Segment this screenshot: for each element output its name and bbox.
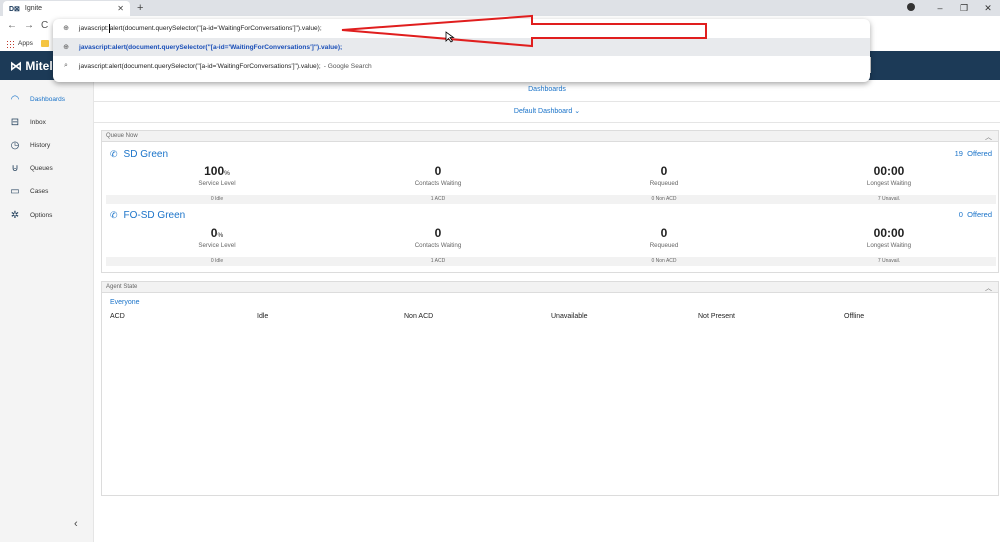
stat-contacts-waiting: 0 Contacts Waiting <box>414 164 462 187</box>
mitel-logo: ⋈ Mitel <box>10 59 53 73</box>
stat-requeued: 0 Requeued <box>649 226 679 249</box>
agent-column-non-acd: Non ACD <box>404 313 434 320</box>
bookmark-folder-icon[interactable] <box>41 40 49 47</box>
window-controls: – ❐ ✕ <box>904 0 1000 16</box>
new-tab-icon[interactable]: + <box>137 1 143 15</box>
offered-count: 19 Offered <box>954 149 992 158</box>
stat-longest-waiting: 00:00 Longest Waiting <box>866 226 912 249</box>
gear-icon: ✲ <box>10 209 20 221</box>
apps-grid-icon[interactable] <box>6 40 14 48</box>
agent-column-unavailable: Unavailable <box>551 313 588 320</box>
phone-icon: ✆ <box>110 210 118 220</box>
sidebar: ◠ Dashboards ⊟ Inbox ◷ History ⊍ Queues … <box>0 80 94 542</box>
queue-name[interactable]: ✆ SD Green <box>110 149 168 160</box>
record-icon[interactable] <box>904 3 928 13</box>
mitel-favicon-icon: D⊠ <box>9 5 20 13</box>
suggestion-text: javascript:alert(document.querySelector(… <box>79 62 321 70</box>
mouse-cursor-icon <box>445 31 455 43</box>
sidebar-item-queues[interactable]: ⊍ Queues <box>0 157 94 179</box>
suggestion-suffix: - Google Search <box>323 62 372 70</box>
tab-title: Ignite <box>24 5 43 12</box>
dashboard-gauge-icon: ◠ <box>10 93 20 105</box>
sidebar-item-history[interactable]: ◷ History <box>0 134 94 156</box>
queues-icon: ⊍ <box>11 162 19 174</box>
suggestion-text: javascript:alert(document.querySelector(… <box>79 43 343 51</box>
dashboards-breadcrumb[interactable]: Dashboards <box>94 86 1000 93</box>
dashboard-select[interactable]: Default Dashboard ⌄ <box>94 107 1000 115</box>
stat-service-level: 0% Service Level <box>198 226 236 249</box>
globe-icon: ⊕ <box>63 44 69 51</box>
close-window-icon[interactable]: ✕ <box>976 3 1000 14</box>
browser-tab[interactable]: D⊠ Ignite ✕ <box>3 1 130 16</box>
stat-requeued: 0 Requeued <box>649 164 679 187</box>
agent-column-acd: ACD <box>110 313 125 320</box>
divider <box>94 101 1000 102</box>
agent-column-idle: Idle <box>257 313 269 320</box>
omnibox-typed-rest: alert(document.querySelector("[a-id='Wai… <box>109 24 322 32</box>
folder-icon: ▭ <box>10 185 20 197</box>
forward-arrow-icon[interactable]: → <box>24 20 34 31</box>
agent-state-panel: Agent State ︿ Everyone ACD Idle Non ACD … <box>101 281 999 496</box>
stat-contacts-waiting: 0 Contacts Waiting <box>414 226 462 249</box>
collapse-chevron-up-icon[interactable]: ︿ <box>985 283 992 293</box>
agent-column-offline: Offline <box>844 313 865 320</box>
chevron-down-icon: ⌄ <box>574 108 581 115</box>
agent-state-header: Agent State ︿ <box>102 282 998 293</box>
globe-icon: ⊕ <box>63 25 69 32</box>
queue-now-panel: Queue Now ︿ ✆ SD Green 19 Offered 100% S… <box>101 130 999 273</box>
collapse-chevron-up-icon[interactable]: ︿ <box>985 132 992 142</box>
maximize-icon[interactable]: ❐ <box>952 3 976 14</box>
red-arrow-annotation <box>341 14 707 48</box>
minimize-icon[interactable]: – <box>928 3 952 13</box>
sidebar-item-dashboards[interactable]: ◠ Dashboards <box>0 88 94 110</box>
agent-column-not-present: Not Present <box>698 313 735 320</box>
collapse-sidebar-chevron-icon[interactable]: ‹ <box>74 518 78 530</box>
omnibox-typed-prefix: javascript: <box>79 24 109 32</box>
omnibox-suggestion-search[interactable]: ⌕ javascript:alert(document.querySelecto… <box>53 57 870 75</box>
queue-now-header: Queue Now ︿ <box>102 131 998 142</box>
reload-icon[interactable]: C <box>41 20 48 31</box>
divider <box>94 122 1000 123</box>
apps-bookmark[interactable]: Apps <box>18 40 33 47</box>
search-icon: ⌕ <box>64 62 68 69</box>
queue-name[interactable]: ✆ FO-SD Green <box>110 210 185 221</box>
sidebar-item-inbox[interactable]: ⊟ Inbox <box>0 111 94 133</box>
back-arrow-icon[interactable]: ← <box>7 20 17 31</box>
queue-agent-summary: 0 Idle 1 ACD 0 Non ACD 7 Unavail. <box>106 195 996 204</box>
sidebar-item-options[interactable]: ✲ Options <box>0 204 94 226</box>
inbox-icon: ⊟ <box>10 116 20 128</box>
queue-agent-summary: 0 Idle 1 ACD 0 Non ACD 7 Unavail. <box>106 257 996 266</box>
stat-longest-waiting: 00:00 Longest Waiting <box>866 164 912 187</box>
agent-group-everyone[interactable]: Everyone <box>110 299 140 306</box>
phone-icon: ✆ <box>110 149 118 159</box>
offered-count: 0 Offered <box>958 210 992 219</box>
tab-close-icon[interactable]: ✕ <box>117 4 124 13</box>
stat-service-level: 100% Service Level <box>198 164 236 187</box>
sidebar-item-cases[interactable]: ▭ Cases <box>0 180 94 202</box>
clock-icon: ◷ <box>10 139 20 151</box>
